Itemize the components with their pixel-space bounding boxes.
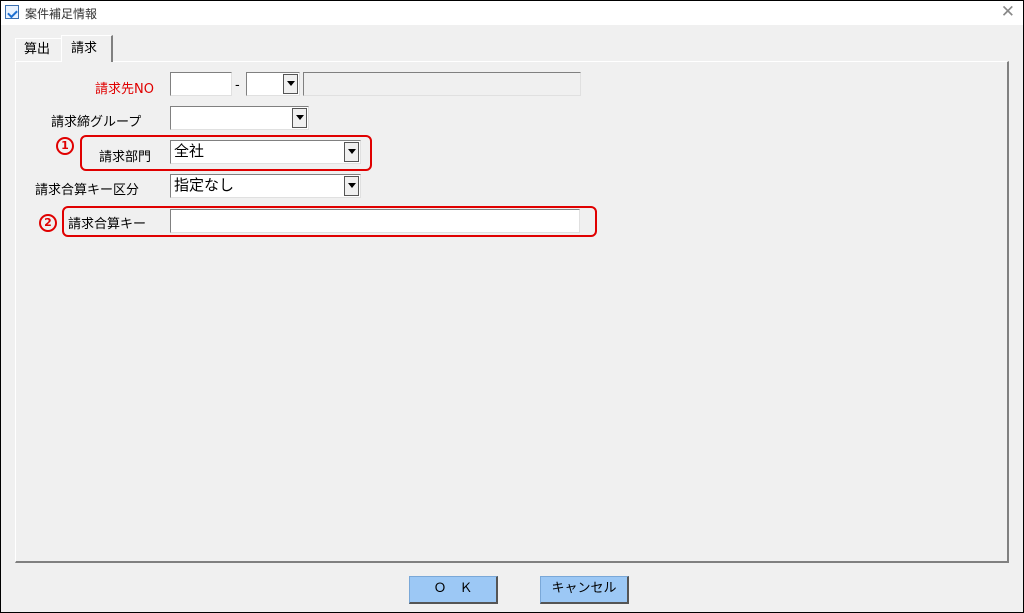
window-title: 案件補足情報 [25, 7, 98, 21]
chevron-down-icon[interactable] [344, 142, 359, 162]
billing-no-separator: - [235, 78, 240, 93]
tab-calc[interactable]: 算出 [15, 38, 61, 60]
billing-no-part1-input[interactable] [170, 72, 232, 96]
summary-key-label: 請求合算キー [68, 217, 147, 232]
billing-dept-select[interactable]: 全社 [170, 140, 361, 164]
tab-billing[interactable]: 請求 [61, 35, 113, 62]
ok-button[interactable]: Ｏ Ｋ [409, 576, 498, 604]
closing-group-select[interactable] [170, 106, 309, 130]
billing-dept-label: 請求部門 [99, 150, 152, 165]
summary-key-input[interactable] [170, 209, 580, 233]
cancel-button[interactable]: キャンセル [540, 576, 629, 604]
chevron-down-icon[interactable] [344, 176, 359, 196]
app-icon [5, 5, 19, 19]
summary-key-type-value: 指定なし [174, 176, 235, 194]
billing-name-field [303, 72, 581, 96]
billing-dept-value: 全社 [174, 142, 205, 160]
closing-group-label: 請求締グループ [51, 115, 142, 130]
chevron-down-icon[interactable] [292, 108, 307, 128]
marker-2: 2 [39, 214, 57, 232]
chevron-down-icon[interactable] [283, 74, 298, 94]
summary-key-type-label: 請求合算キー区分 [35, 183, 140, 198]
dialog-window: 案件補足情報 ✕ 算出 請求 請求先NO - 請求締グループ 1 請求部門 全社… [0, 0, 1024, 613]
billing-no-label: 請求先NO [95, 82, 154, 97]
billing-no-part2-select[interactable] [246, 72, 300, 96]
close-icon[interactable]: ✕ [1001, 2, 1015, 22]
marker-1: 1 [56, 137, 74, 155]
title-bar: 案件補足情報 ✕ [1, 1, 1023, 25]
summary-key-type-select[interactable]: 指定なし [170, 174, 361, 198]
